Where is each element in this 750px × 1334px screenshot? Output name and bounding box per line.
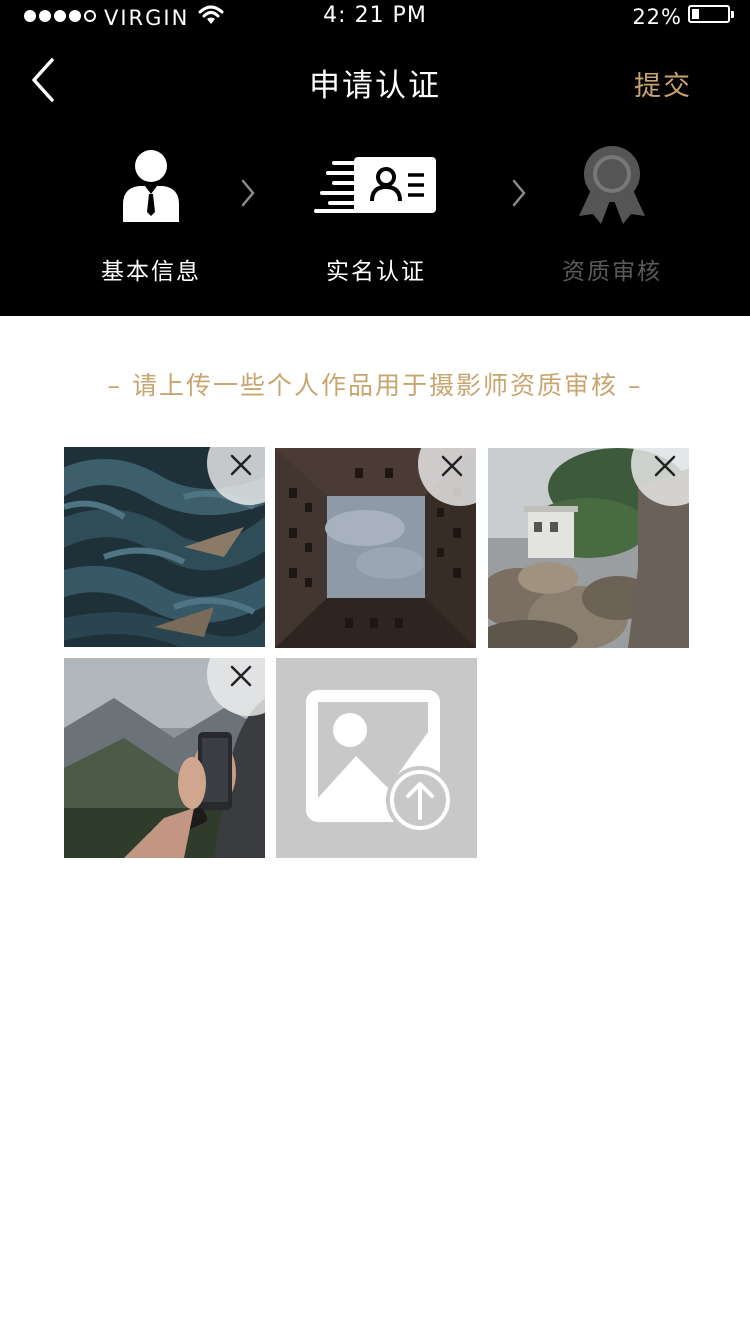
- award-ribbon-icon: [512, 140, 712, 230]
- uploaded-photo[interactable]: [64, 658, 265, 858]
- battery-icon: [688, 5, 734, 23]
- step-qualification-review: 资质审核: [512, 140, 712, 290]
- uploaded-photo[interactable]: [275, 448, 476, 648]
- chevron-right-icon: [241, 179, 255, 207]
- battery-level: [692, 9, 699, 19]
- close-icon: [441, 455, 463, 477]
- upload-hint: – 请上传一些个人作品用于摄影师资质审核 –: [107, 371, 643, 400]
- uploaded-photo[interactable]: [64, 447, 265, 647]
- uploaded-photo[interactable]: [488, 448, 689, 648]
- close-icon: [654, 455, 676, 477]
- header: VIRGIN 4: 21 PM 22% 申请认证 提交 基本信息 实名认证 资质…: [0, 0, 750, 316]
- status-bar: VIRGIN 4: 21 PM 22%: [0, 0, 750, 34]
- add-photo-button[interactable]: [276, 658, 477, 858]
- step-label: 基本信息: [101, 259, 201, 285]
- id-card-icon: [276, 140, 476, 230]
- submit-button[interactable]: 提交: [634, 64, 692, 103]
- step-label: 实名认证: [326, 259, 426, 285]
- close-icon: [230, 665, 252, 687]
- battery-percentage: 22%: [632, 5, 682, 29]
- step-real-name: 实名认证: [276, 140, 476, 290]
- person-icon: [51, 140, 251, 230]
- step-basic-info: 基本信息: [51, 140, 251, 290]
- step-label: 资质审核: [562, 259, 662, 285]
- close-icon: [230, 454, 252, 476]
- image-upload-icon: [306, 690, 454, 834]
